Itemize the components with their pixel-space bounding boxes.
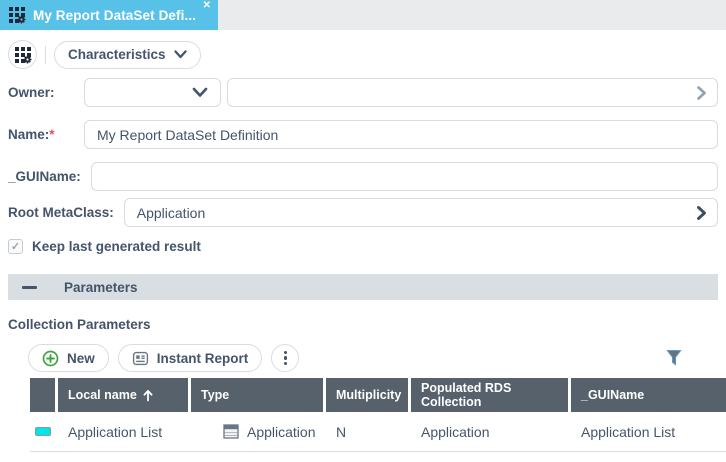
collection-chip-icon	[35, 427, 51, 436]
column-header-icon[interactable]	[30, 378, 55, 412]
dataset-grid-gear-icon	[8, 6, 26, 24]
keep-last-generated-label: Keep last generated result	[32, 239, 201, 254]
owner-value-picker[interactable]	[227, 78, 718, 107]
chevron-down-icon	[192, 87, 208, 98]
chevron-right-icon	[696, 85, 707, 101]
collection-parameters-toolbar: New Instant Report	[28, 344, 718, 372]
new-button-label: New	[67, 351, 95, 366]
chevron-right-icon	[696, 205, 707, 221]
divider	[45, 46, 46, 64]
name-label: Name:*	[8, 127, 84, 142]
root-metaclass-value: Application	[137, 205, 206, 221]
required-asterisk: *	[49, 127, 54, 142]
column-header-local-name[interactable]: Local name	[58, 378, 188, 412]
cell-multiplicity[interactable]: N	[326, 424, 408, 440]
dataset-form: Owner: Name:* _GUIName: Root MetaClass: …	[0, 78, 726, 254]
column-header-guiname[interactable]: _GUIName	[571, 378, 726, 412]
kebab-icon	[284, 351, 288, 355]
characteristics-label: Characteristics	[68, 47, 166, 62]
row-icon-cell	[30, 427, 55, 436]
cell-type[interactable]: Application	[191, 424, 323, 440]
keep-last-generated-row: ✓ Keep last generated result	[8, 239, 718, 254]
close-icon[interactable]: ✕	[203, 0, 211, 11]
name-input[interactable]	[84, 120, 718, 149]
guiname-label: _GUIName:	[8, 169, 91, 184]
owner-row: Owner:	[8, 78, 718, 107]
tab-my-report-dataset[interactable]: My Report DataSet Defi... ✕	[0, 0, 218, 30]
collapse-icon[interactable]	[22, 286, 37, 289]
name-row: Name:*	[8, 120, 718, 149]
collection-parameters-heading: Collection Parameters	[8, 317, 718, 332]
root-metaclass-label: Root MetaClass:	[8, 205, 124, 220]
column-header-multiplicity[interactable]: Multiplicity	[326, 378, 408, 412]
root-metaclass-row: Root MetaClass: Application	[8, 198, 718, 227]
tab-bar: My Report DataSet Defi... ✕	[0, 0, 726, 30]
chevron-down-icon	[174, 50, 187, 59]
cell-local-name[interactable]: Application List	[58, 424, 188, 440]
guiname-row: _GUIName:	[8, 162, 718, 191]
table-row[interactable]: Application List Application N Applicati…	[30, 412, 726, 452]
keep-last-generated-checkbox[interactable]: ✓	[8, 239, 23, 254]
column-header-type[interactable]: Type	[191, 378, 323, 412]
dataset-properties-button[interactable]	[8, 40, 37, 69]
tab-title: My Report DataSet Defi...	[33, 8, 196, 23]
root-metaclass-picker[interactable]: Application	[124, 198, 718, 227]
characteristics-dropdown[interactable]: Characteristics	[54, 41, 201, 69]
instant-report-label: Instant Report	[157, 351, 249, 366]
owner-type-select[interactable]	[84, 78, 221, 107]
report-icon	[132, 350, 149, 367]
grid-gear-icon	[14, 46, 32, 64]
action-bar: Characteristics	[0, 30, 726, 69]
metaclass-table-icon	[223, 424, 239, 439]
collection-parameters-table: Local name Type Multiplicity Populated R…	[30, 378, 726, 452]
cell-populated-rds-collection[interactable]: Application	[411, 424, 568, 440]
instant-report-button[interactable]: Instant Report	[118, 344, 263, 372]
guiname-input[interactable]	[91, 162, 718, 191]
plus-circle-icon	[42, 350, 59, 367]
column-header-populated-rds-collection[interactable]: Populated RDS Collection	[411, 378, 568, 412]
more-actions-button[interactable]	[271, 344, 299, 372]
cell-guiname[interactable]: Application List	[571, 424, 726, 440]
sort-ascending-icon	[143, 389, 153, 402]
parameters-section-header[interactable]: Parameters	[8, 274, 718, 300]
new-button[interactable]: New	[28, 344, 109, 372]
table-header: Local name Type Multiplicity Populated R…	[30, 378, 726, 412]
parameters-section-title: Parameters	[64, 280, 138, 295]
filter-icon[interactable]	[666, 349, 682, 367]
owner-label: Owner:	[8, 85, 84, 100]
